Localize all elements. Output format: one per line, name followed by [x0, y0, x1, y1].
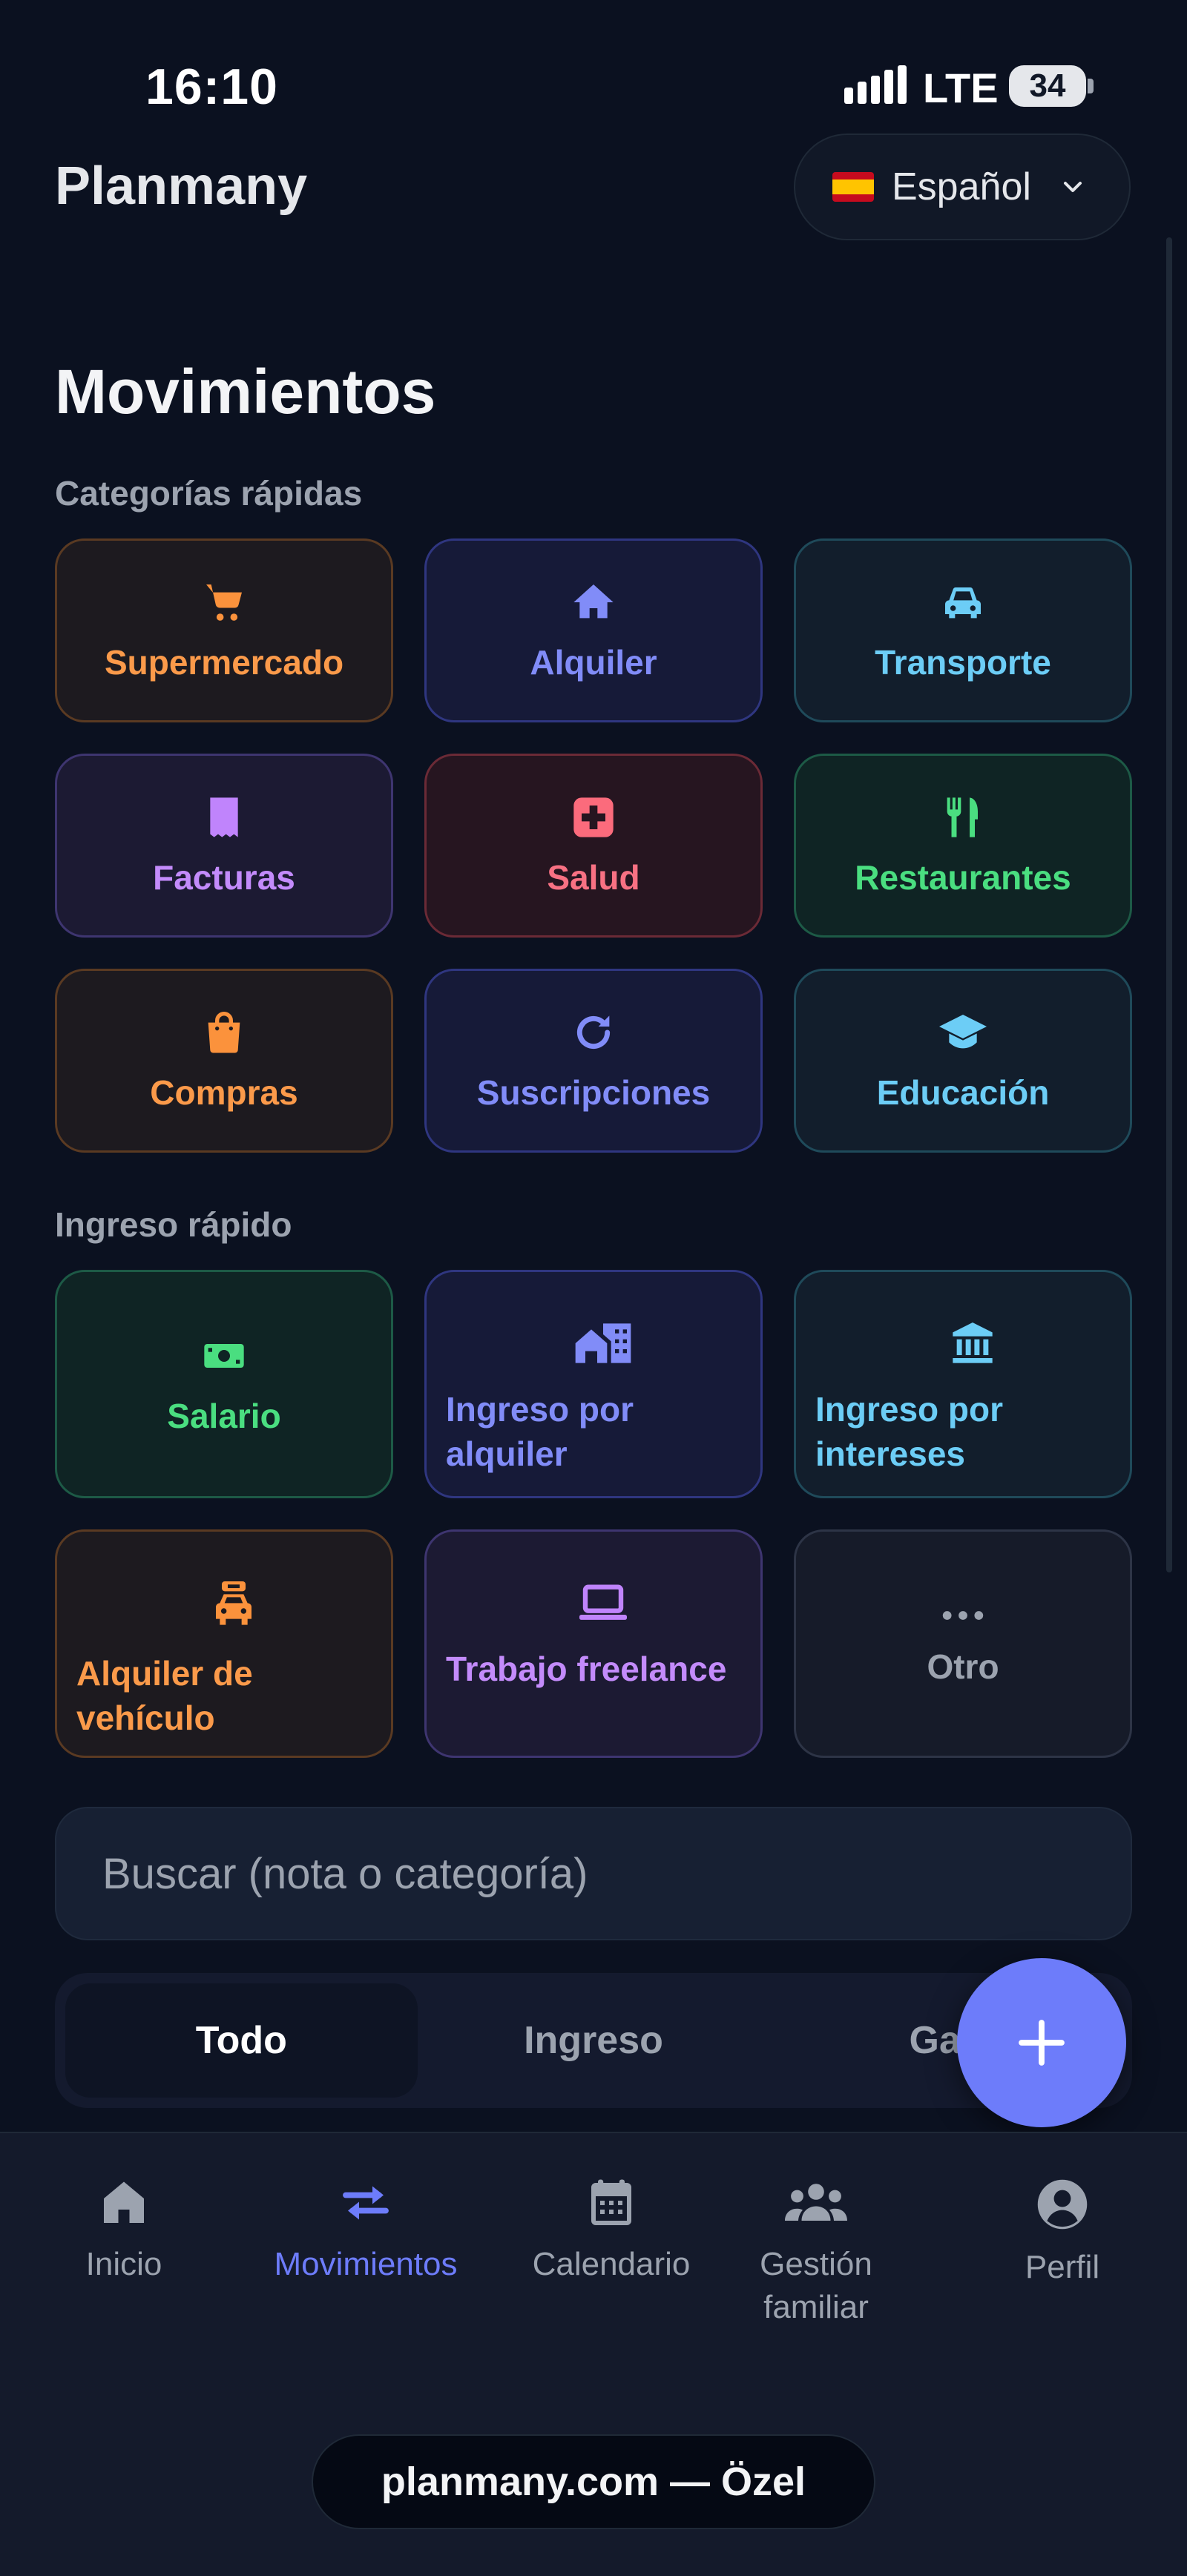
- nav-label: Perfil: [1025, 2249, 1100, 2285]
- graduation-cap-icon: [939, 1015, 987, 1049]
- tab-todo[interactable]: Todo: [65, 1983, 418, 2098]
- signal-icon: [844, 65, 907, 104]
- category-label: Supermercado: [104, 643, 344, 682]
- chevron-down-icon: [1063, 182, 1082, 192]
- category-educacion[interactable]: Educación: [794, 969, 1132, 1153]
- nav-movimientos[interactable]: Movimientos: [254, 2176, 477, 2286]
- receipt-icon: [210, 797, 238, 837]
- calendar-icon: [591, 2179, 631, 2225]
- category-label: Alquiler: [530, 643, 657, 682]
- category-alquiler[interactable]: Alquiler: [424, 538, 763, 722]
- nav-perfil[interactable]: Perfil: [951, 2176, 1174, 2289]
- tab-ingreso[interactable]: Ingreso: [418, 1983, 770, 2098]
- income-label: Alquiler de vehículo: [76, 1654, 253, 1737]
- language-label: Español: [892, 165, 1031, 208]
- category-salud[interactable]: Salud: [424, 754, 763, 938]
- category-restaurantes[interactable]: Restaurantes: [794, 754, 1132, 938]
- scrollbar[interactable]: [1166, 237, 1172, 1572]
- income-label: Ingreso por alquiler: [446, 1390, 634, 1473]
- language-select[interactable]: Español: [794, 134, 1131, 240]
- income-salario[interactable]: Salario: [55, 1270, 393, 1498]
- add-transaction-button[interactable]: [957, 1958, 1126, 2127]
- bank-icon: [953, 1322, 993, 1363]
- spain-flag-icon: [832, 172, 874, 202]
- income-otro[interactable]: Otro: [794, 1529, 1132, 1758]
- app-title: Planmany: [55, 157, 308, 216]
- search-input[interactable]: [101, 1848, 1086, 1900]
- nav-calendario[interactable]: Calendario: [500, 2176, 723, 2286]
- plus-icon: [1019, 2020, 1065, 2066]
- building-icon: [575, 1323, 631, 1363]
- battery-nub: [1088, 79, 1094, 93]
- transfer-icon: [343, 2186, 389, 2220]
- page-title: Movimientos: [55, 357, 436, 426]
- income-intereses[interactable]: Ingreso por intereses: [794, 1270, 1132, 1498]
- nav-label: Inicio: [85, 2246, 162, 2282]
- category-label: Suscripciones: [476, 1073, 711, 1112]
- income-alquiler[interactable]: Ingreso por alquiler: [424, 1270, 763, 1498]
- car-icon: [945, 587, 981, 619]
- income-label: Salario: [167, 1397, 281, 1435]
- category-label: Facturas: [153, 858, 295, 897]
- nav-inicio[interactable]: Inicio: [13, 2176, 235, 2286]
- site-domain-label: planmany.com — Özel: [312, 2434, 875, 2529]
- nav-gestion-familiar[interactable]: Gestión familiar: [705, 2176, 927, 2329]
- battery-indicator: 34: [1009, 65, 1086, 107]
- category-label: Restaurantes: [855, 858, 1071, 897]
- category-label: Compras: [150, 1073, 298, 1112]
- network-type: LTE: [923, 65, 999, 111]
- category-supermercado[interactable]: Supermercado: [55, 538, 393, 722]
- income-label: Otro: [927, 1647, 999, 1686]
- profile-icon: [1037, 2179, 1088, 2230]
- income-label: Ingreso por intereses: [815, 1390, 1004, 1473]
- money-icon: [204, 1344, 244, 1368]
- search-box[interactable]: [55, 1807, 1132, 1940]
- income-freelance[interactable]: Trabajo freelance: [424, 1529, 763, 1758]
- more-icon: [942, 1611, 984, 1620]
- utensils-icon: [947, 797, 978, 837]
- shopping-bag-icon: [208, 1012, 240, 1053]
- income-label: Trabajo freelance: [446, 1650, 727, 1688]
- home-icon: [104, 2181, 144, 2223]
- category-facturas[interactable]: Facturas: [55, 754, 393, 938]
- income-alquiler-vehiculo[interactable]: Alquiler de vehículo: [55, 1529, 393, 1758]
- home-icon: [573, 584, 614, 619]
- category-label: Transporte: [875, 643, 1051, 682]
- category-suscripciones[interactable]: Suscripciones: [424, 969, 763, 1153]
- status-time: 16:10: [145, 59, 278, 115]
- category-compras[interactable]: Compras: [55, 969, 393, 1153]
- quick-categories-label: Categorías rápidas: [55, 474, 363, 513]
- nav-label: Calendario: [532, 2246, 691, 2282]
- category-label: Salud: [547, 858, 640, 897]
- medical-icon: [573, 797, 614, 837]
- category-label: Educación: [876, 1073, 1050, 1112]
- nav-label: Gestión familiar: [760, 2246, 872, 2325]
- family-icon: [785, 2184, 847, 2221]
- taxi-icon: [216, 1581, 251, 1625]
- laptop-icon: [579, 1584, 627, 1620]
- category-transporte[interactable]: Transporte: [794, 538, 1132, 722]
- cart-icon: [206, 584, 242, 621]
- refresh-icon: [576, 1015, 611, 1050]
- nav-label: Movimientos: [274, 2246, 458, 2282]
- quick-income-label: Ingreso rápido: [55, 1205, 292, 1244]
